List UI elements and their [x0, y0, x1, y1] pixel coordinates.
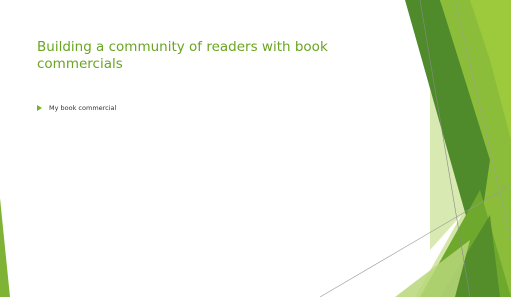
slide-title: Building a community of readers with boo… [37, 39, 328, 72]
bullet-item: My book commercial [37, 104, 116, 112]
triangle-bullet-icon [37, 105, 42, 111]
left-green-sliver [0, 198, 10, 297]
bullet-text: My book commercial [49, 104, 117, 112]
slide: Building a community of readers with boo… [0, 0, 511, 297]
bullet-list: My book commercial [37, 104, 116, 112]
